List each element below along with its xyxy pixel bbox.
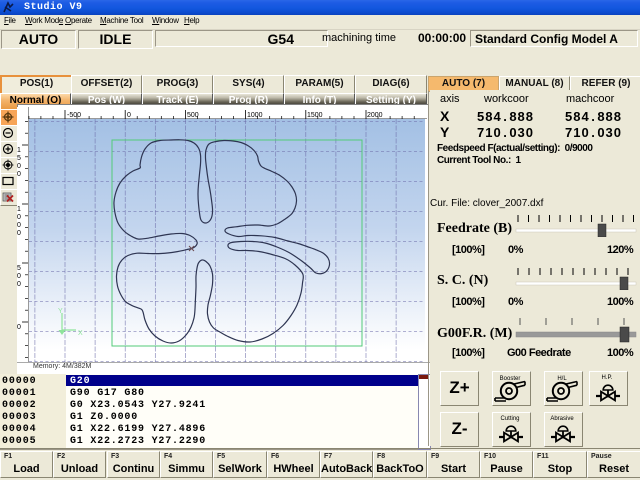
svg-text:0: 0 xyxy=(17,214,21,221)
svg-text:5: 5 xyxy=(17,155,21,162)
svg-text:0: 0 xyxy=(17,222,21,229)
svg-text:0: 0 xyxy=(127,112,131,119)
svg-text:H.P.: H.P. xyxy=(602,375,613,381)
svg-text:1: 1 xyxy=(17,147,21,154)
svg-text:H/L: H/L xyxy=(557,376,567,382)
svg-text:0: 0 xyxy=(17,281,21,288)
svg-text:0: 0 xyxy=(17,273,21,280)
svg-text:Abrasive: Abrasive xyxy=(550,416,574,422)
svg-text:-500: -500 xyxy=(67,112,81,119)
svg-text:1500: 1500 xyxy=(307,112,323,119)
svg-text:0: 0 xyxy=(17,230,21,237)
svg-text:1000: 1000 xyxy=(247,112,263,119)
svg-text:0: 0 xyxy=(17,171,21,178)
svg-text:5: 5 xyxy=(17,265,21,272)
svg-text:0: 0 xyxy=(17,324,21,331)
svg-text:2000: 2000 xyxy=(367,112,383,119)
svg-text:Booster: Booster xyxy=(500,376,521,382)
svg-text:500: 500 xyxy=(187,112,199,119)
svg-text:Cutting: Cutting xyxy=(500,416,519,422)
svg-text:1: 1 xyxy=(17,206,21,213)
svg-text:0: 0 xyxy=(17,163,21,170)
